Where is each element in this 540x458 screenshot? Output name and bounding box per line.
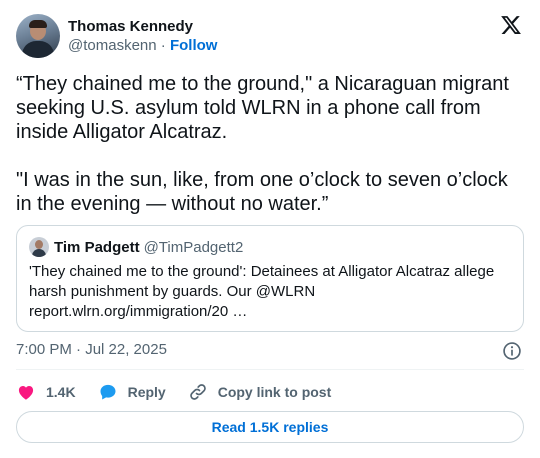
follow-link[interactable]: Follow [170,37,218,54]
action-bar: 1.4K Reply Copy link to post [16,378,353,406]
author-avatar[interactable] [16,14,60,58]
author-handle-row: @tomaskenn · Follow [68,36,217,55]
embedded-post-card: Thomas Kennedy @tomaskenn · Follow “They… [0,0,540,458]
author-handle[interactable]: @tomaskenn [68,37,157,54]
info-icon[interactable] [502,341,522,361]
link-icon [189,384,206,400]
reply-label: Reply [127,384,166,400]
separator-dot: · [160,37,166,54]
reply-bubble-icon [100,384,116,400]
quoted-post[interactable]: Tim Padgett @TimPadgett2 'They chained m… [16,225,524,332]
heart-icon [18,386,34,400]
x-logo-icon[interactable] [500,14,522,36]
author-name[interactable]: Thomas Kennedy [68,17,217,36]
quoted-post-header: Tim Padgett @TimPadgett2 [29,237,243,257]
read-replies-button[interactable]: Read 1.5K replies [16,411,524,443]
quoted-author-name: Tim Padgett [54,238,140,256]
post-header: Thomas Kennedy @tomaskenn · Follow [16,12,524,60]
reply-button[interactable]: Reply [98,382,166,402]
like-button[interactable]: 1.4K [16,382,76,402]
quoted-post-text: 'They chained me to the ground': Detaine… [29,263,495,320]
post-text: “They chained me to the ground," a Nicar… [16,73,509,215]
divider [16,369,524,370]
like-count: 1.4K [46,384,76,400]
quoted-author-handle: @TimPadgett2 [143,238,244,256]
copy-link-button[interactable]: Copy link to post [188,382,332,402]
author-info: Thomas Kennedy @tomaskenn · Follow [68,17,217,55]
copy-link-label: Copy link to post [217,384,332,400]
quoted-author-avatar [29,237,49,257]
post-timestamp[interactable]: 7:00 PM · Jul 22, 2025 [16,341,167,358]
